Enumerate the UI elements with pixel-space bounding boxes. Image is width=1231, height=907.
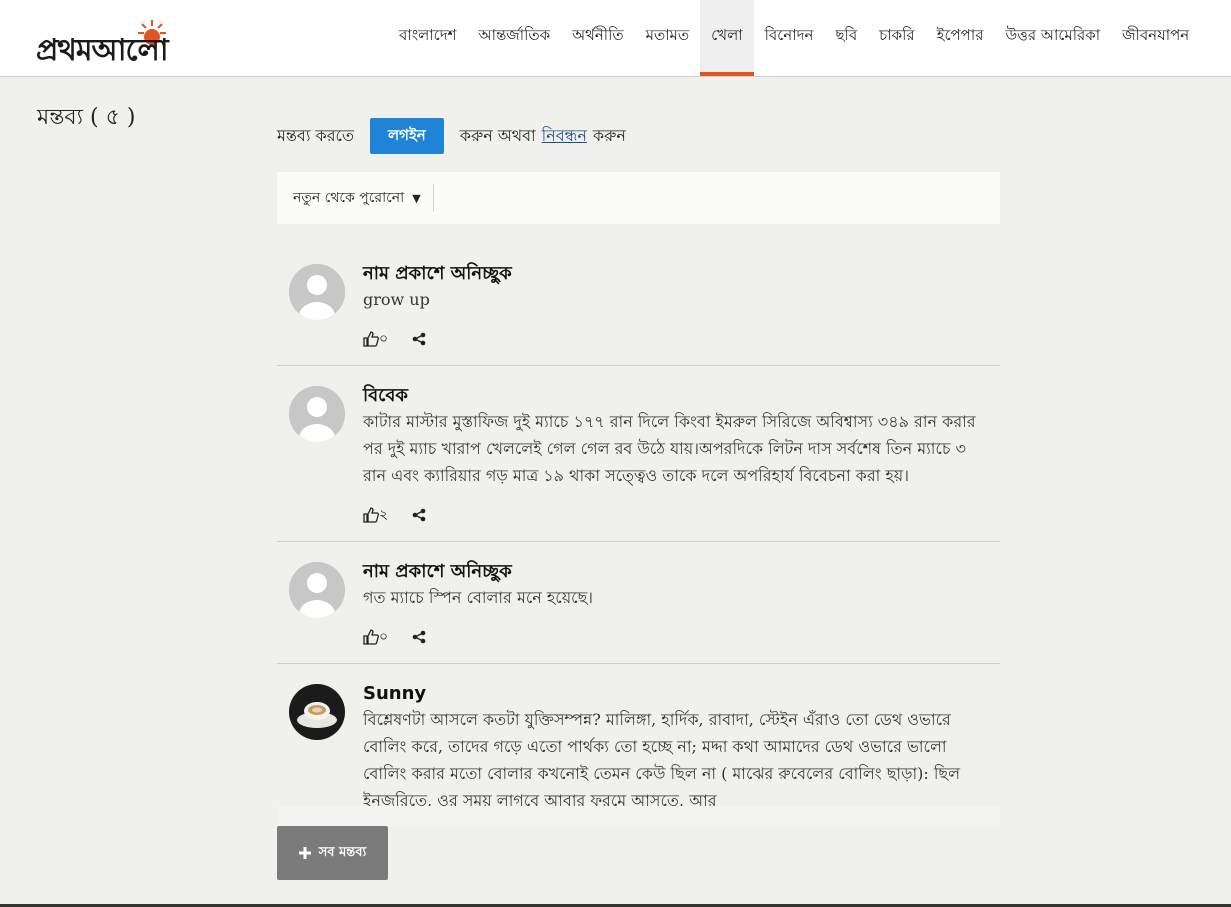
share-button[interactable] (412, 332, 426, 346)
register-link[interactable]: নিবন্ধন (542, 123, 587, 150)
comment-text: গত ম্যাচে স্পিন বোলার মনে হয়েছে। (363, 588, 593, 607)
nav-item-0[interactable]: বাংলাদেশ (388, 0, 467, 76)
nav-item-5[interactable]: বিনোদন (754, 0, 825, 76)
site-header: প্রথমআলো বাংলাদেশ আন্তর্জাতিক অর্থনীতি মতাম… (0, 0, 1231, 77)
nav-item-8[interactable]: ইপেপার (926, 0, 995, 76)
thumbs-up-icon (363, 629, 379, 645)
nav-item-7[interactable]: চাকরি (868, 0, 925, 76)
sort-selected-label: নতুন থেকে পুরোনো (293, 190, 405, 206)
share-icon (412, 630, 426, 644)
nav-item-3[interactable]: মতামত (635, 0, 701, 76)
like-count: ০ (379, 331, 389, 347)
comment-text: বিশ্লেষণটা আসলে কতটা যুক্তিসম্পন্ন? মালি… (363, 710, 961, 807)
nav-item-9[interactable]: উত্তর আমেরিকা (994, 0, 1111, 76)
like-button[interactable]: ০ (363, 327, 388, 351)
comment-author: নাম প্রকাশে অনিচ্ছুক (363, 263, 512, 284)
like-count: ০ (379, 629, 389, 645)
share-icon (412, 332, 426, 346)
all-comments-label: সব মন্তব্য (318, 844, 367, 860)
comment-actions: ০ (363, 327, 984, 351)
comment-text: কাটার মাস্টার মুস্তাফিজ দুই ম্যাচে ১৭৭ র… (363, 412, 976, 485)
login-button[interactable]: লগইন (369, 118, 444, 154)
sort-dropdown[interactable]: নতুন থেকে পুরোনো ▼ (293, 184, 434, 212)
share-button[interactable] (412, 630, 426, 644)
logo-text: প্রথমআলো (36, 33, 169, 68)
default-avatar-icon (289, 562, 345, 618)
default-avatar-icon (289, 264, 345, 320)
comment-item: নাম প্রকাশে অনিচ্ছুক গত ম্যাচে স্পিন বোলা… (277, 542, 1000, 664)
nav-item-4[interactable]: খেলা (700, 0, 754, 76)
comment-author: Sunny (363, 683, 427, 704)
comment-list-fade (277, 806, 1000, 828)
comment-item: বিবেক কাটার মাস্টার মুস্তাফিজ দুই ম্যাচে … (277, 366, 1000, 542)
plus-icon (298, 847, 311, 859)
comment-list[interactable]: নাম প্রকাশে অনিচ্ছুক grow up ০ বিবেক কাটার ম… (277, 244, 1000, 807)
caret-down-icon: ▼ (412, 191, 421, 205)
prothom-alo-logo[interactable]: প্রথমআলো (36, 10, 261, 68)
login-middle-text: করুন অথবা (459, 125, 536, 145)
comment-item: Sunny বিশ্লেষণটা আসলে কতটা যুক্তিসম্পন্ন?… (277, 664, 1000, 807)
all-comments-button[interactable]: সব মন্তব্য (277, 826, 388, 880)
comment-actions: ০ (363, 625, 984, 649)
comment-author: নাম প্রকাশে অনিচ্ছুক (363, 561, 512, 582)
sort-bar: নতুন থেকে পুরোনো ▼ (277, 172, 1000, 224)
user-avatar (289, 684, 345, 740)
login-suffix-text: করুন (592, 125, 626, 145)
share-button[interactable] (412, 508, 426, 522)
nav-item-1[interactable]: আন্তর্জাতিক (467, 0, 561, 76)
login-prompt: মন্তব্য করতে লগইন করুন অথবা নিবন্ধন করুন (277, 118, 626, 154)
comment-actions: ২ (363, 503, 984, 527)
main-nav: বাংলাদেশ আন্তর্জাতিক অর্থনীতি মতামত খেলা বিনো… (388, 0, 1200, 76)
comment-item: নাম প্রকাশে অনিচ্ছুক grow up ০ (277, 244, 1000, 366)
login-prefix-text: মন্তব্য করতে (277, 125, 354, 145)
like-count: ২ (379, 507, 389, 523)
nav-item-6[interactable]: ছবি (824, 0, 868, 76)
share-icon (412, 508, 426, 522)
comment-text: grow up (363, 290, 430, 309)
thumbs-up-icon (363, 507, 379, 523)
thumbs-up-icon (363, 331, 379, 347)
like-button[interactable]: ২ (363, 503, 388, 527)
nav-item-10[interactable]: জীবনযাপন (1111, 0, 1200, 76)
nav-item-2[interactable]: অর্থনীতি (561, 0, 635, 76)
comment-count-heading: মন্তব্য ( ৫ ) (37, 105, 136, 130)
default-avatar-icon (289, 386, 345, 442)
like-button[interactable]: ০ (363, 625, 388, 649)
comment-author: বিবেক (363, 385, 409, 406)
